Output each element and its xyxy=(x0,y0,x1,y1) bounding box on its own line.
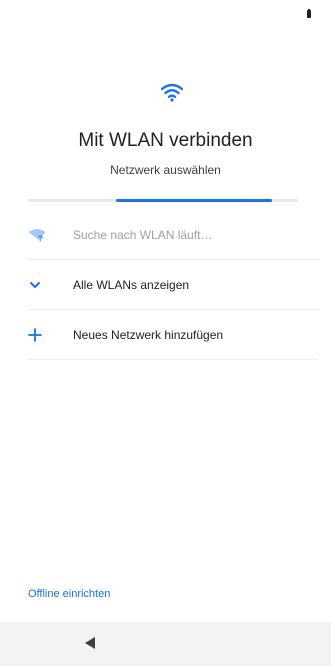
plus-icon xyxy=(28,327,42,342)
network-list: ? Suche nach WLAN läuft… Alle WLANs anze… xyxy=(28,210,318,360)
list-item-show-all[interactable]: Alle WLANs anzeigen xyxy=(28,260,318,310)
navigation-bar xyxy=(0,622,331,666)
offline-setup-link[interactable]: Offline einrichten xyxy=(28,588,110,600)
setup-wizard-screen: Mit WLAN verbinden Netzwerk auswählen ? … xyxy=(0,0,331,666)
wifi-icon xyxy=(161,83,183,102)
back-triangle-icon[interactable] xyxy=(84,636,96,650)
list-item-label: Neues Netzwerk hinzufügen xyxy=(73,327,224,342)
chevron-down-icon xyxy=(30,281,40,288)
page-title: Mit WLAN verbinden xyxy=(78,130,253,151)
list-item-label: Suche nach WLAN läuft… xyxy=(73,227,213,242)
status-bar xyxy=(0,0,331,24)
list-item-add-network[interactable]: Neues Netzwerk hinzufügen xyxy=(28,310,318,360)
page-subtitle: Netzwerk auswählen xyxy=(110,163,221,177)
progress-bar xyxy=(28,199,298,202)
progress-indicator xyxy=(116,199,272,202)
wifi-searching-icon: ? xyxy=(28,228,46,242)
battery-icon xyxy=(307,9,311,18)
svg-text:?: ? xyxy=(38,234,43,242)
list-item-label: Alle WLANs anzeigen xyxy=(73,277,190,292)
list-item-searching: ? Suche nach WLAN läuft… xyxy=(28,210,318,260)
